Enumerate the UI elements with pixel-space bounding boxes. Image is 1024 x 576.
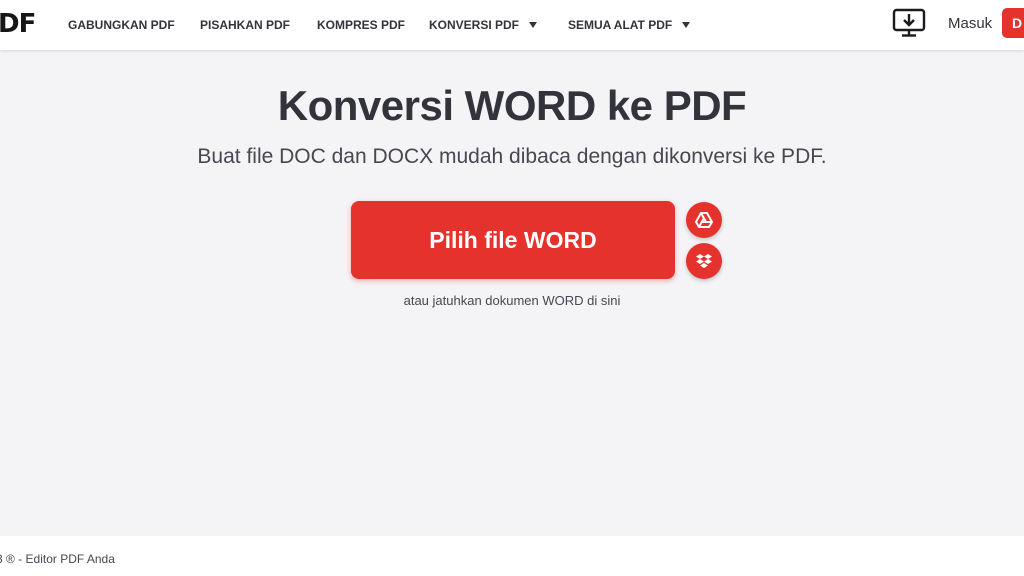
footer-text: 3 ® - Editor PDF Anda xyxy=(0,552,115,566)
google-drive-button[interactable] xyxy=(686,202,722,238)
nav-convert-label: KONVERSI PDF xyxy=(429,18,520,32)
page-subtitle: Buat file DOC dan DOCX mudah dibaca deng… xyxy=(197,145,827,168)
caret-down-icon xyxy=(682,22,691,28)
nav-all-tools-dropdown[interactable]: SEMUA ALAT PDF xyxy=(568,0,691,50)
select-word-file-label: Pilih file WORD xyxy=(429,226,597,253)
nav-compress-label: KOMPRES PDF xyxy=(317,18,406,32)
logo[interactable]: DF xyxy=(0,9,36,39)
select-word-file-button[interactable]: Pilih file WORD xyxy=(351,201,675,279)
desktop-download-icon[interactable] xyxy=(891,7,927,39)
dropbox-icon xyxy=(696,254,712,268)
drop-hint: atau jatuhkan dokumen WORD di sini xyxy=(403,293,621,308)
nav-split-label: PISAHKAN PDF xyxy=(200,18,291,32)
google-drive-icon xyxy=(695,212,713,228)
nav-compress-pdf[interactable]: KOMPRES PDF xyxy=(317,0,405,50)
login-link[interactable]: Masuk xyxy=(948,15,992,32)
nav-merge-label: GABUNGKAN PDF xyxy=(68,18,175,32)
page-title: Konversi WORD ke PDF xyxy=(277,82,747,129)
nav-merge-pdf[interactable]: GABUNGKAN PDF xyxy=(68,0,175,50)
nav-convert-pdf-dropdown[interactable]: KONVERSI PDF xyxy=(429,0,538,50)
signup-button[interactable]: D xyxy=(1002,8,1024,38)
nav-all-tools-label: SEMUA ALAT PDF xyxy=(568,18,673,32)
dropbox-button[interactable] xyxy=(686,243,722,279)
top-navigation-bar: DF GABUNGKAN PDF PISAHKAN PDF KOMPRES PD… xyxy=(0,0,1024,50)
caret-down-icon xyxy=(529,22,538,28)
footer: 3 ® - Editor PDF Anda xyxy=(0,536,1024,576)
nav-split-pdf[interactable]: PISAHKAN PDF xyxy=(200,0,290,50)
